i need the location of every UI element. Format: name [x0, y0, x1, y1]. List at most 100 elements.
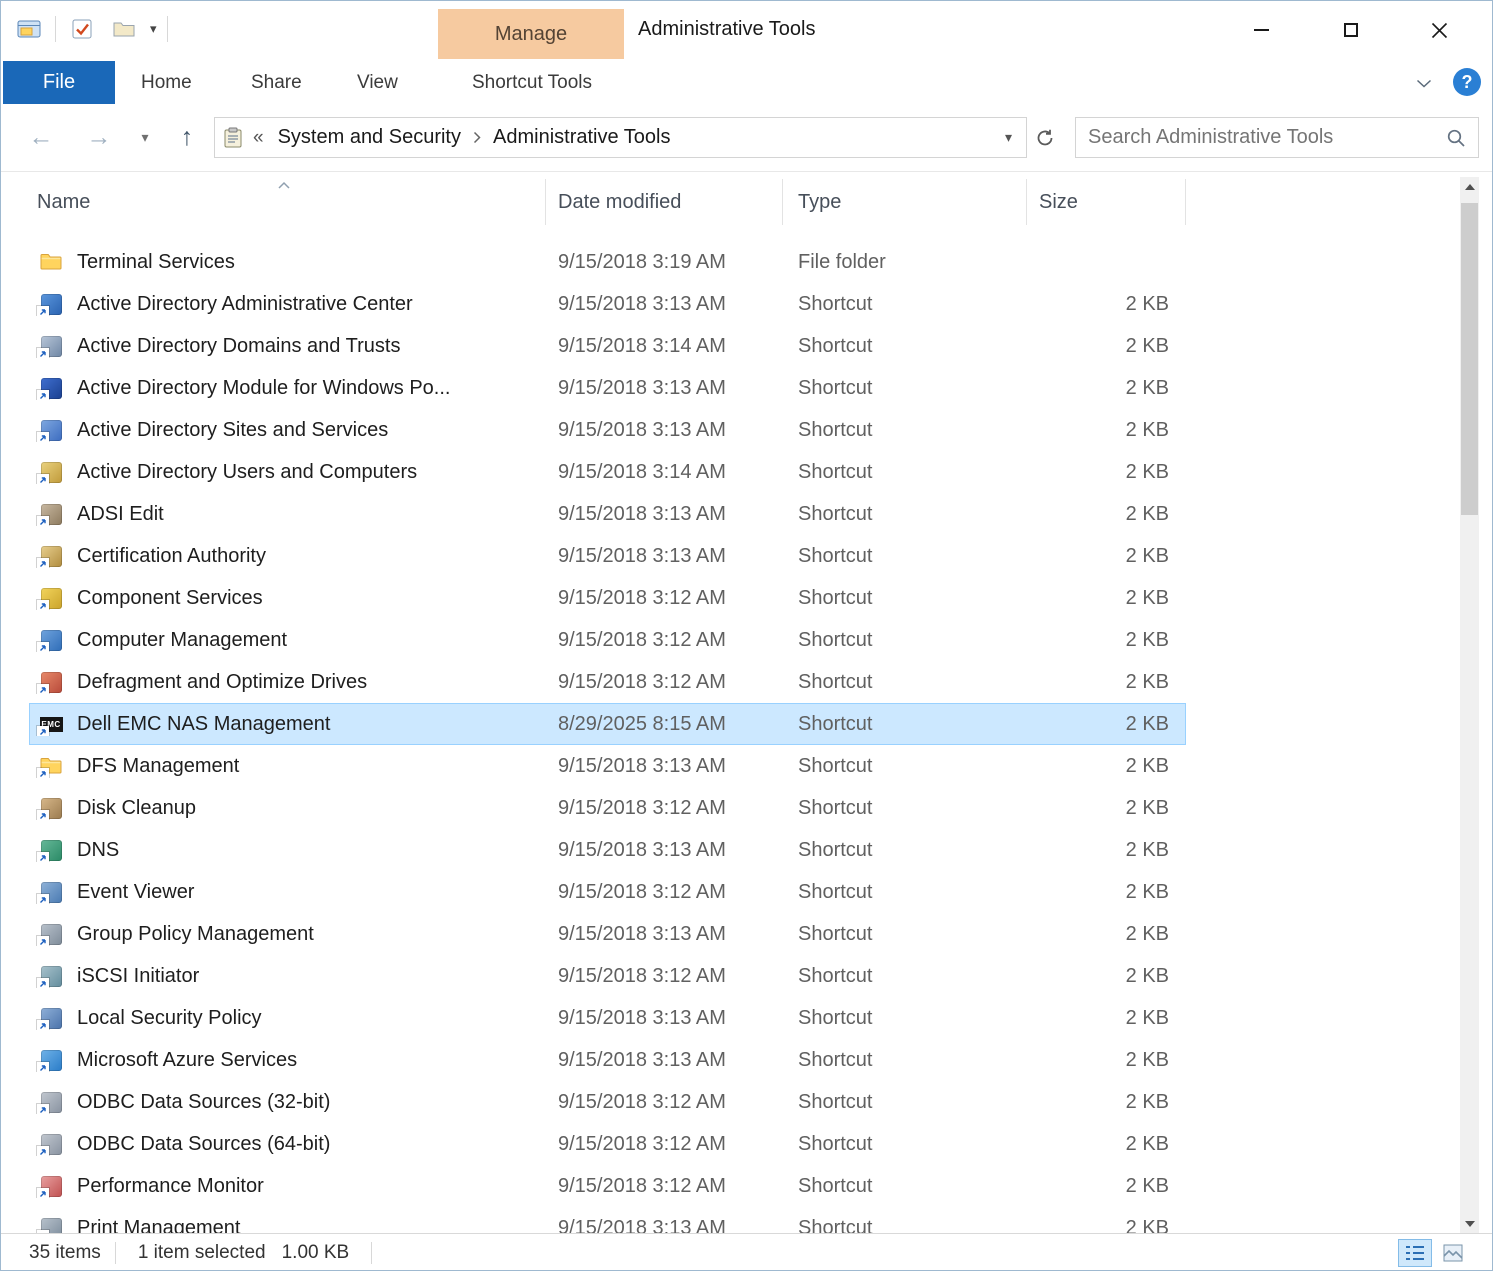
file-row[interactable]: Local Security Policy9/15/2018 3:13 AMSh… — [29, 997, 1186, 1039]
details-view-icon — [1405, 1244, 1425, 1262]
file-row[interactable]: DFS Management9/15/2018 3:13 AMShortcut2… — [29, 745, 1186, 787]
search-input[interactable] — [1076, 126, 1434, 149]
maximize-button[interactable] — [1306, 1, 1395, 59]
shortcut-arrow-icon — [37, 1104, 49, 1114]
shortcut-arrow-icon — [37, 936, 49, 946]
file-date-modified: 9/15/2018 3:12 AM — [546, 881, 783, 904]
scroll-up-icon[interactable] — [1460, 177, 1479, 196]
odbc64-icon — [39, 1132, 63, 1156]
manage-contextual-tab[interactable]: Manage — [438, 9, 624, 59]
address-dropdown-caret-icon[interactable]: ▾ — [1005, 129, 1026, 146]
file-row[interactable]: Computer Management9/15/2018 3:12 AMShor… — [29, 619, 1186, 661]
close-icon — [1431, 22, 1448, 39]
breadcrumb-chevron-icon[interactable] — [471, 131, 483, 144]
file-name: Defragment and Optimize Drives — [77, 671, 367, 694]
file-name: ADSI Edit — [77, 503, 164, 526]
file-row[interactable]: ADSI Edit9/15/2018 3:13 AMShortcut2 KB — [29, 493, 1186, 535]
minimize-button[interactable] — [1217, 1, 1306, 59]
file-row[interactable]: Active Directory Module for Windows Po..… — [29, 367, 1186, 409]
file-row[interactable]: Terminal Services9/15/2018 3:19 AMFile f… — [29, 241, 1186, 283]
file-name: Active Directory Sites and Services — [77, 419, 388, 442]
shortcut-arrow-icon — [37, 390, 49, 400]
location-icon — [223, 127, 243, 149]
column-header-name[interactable]: Name — [1, 179, 546, 225]
new-folder-icon[interactable] — [108, 13, 140, 45]
thumbnail-view-button[interactable] — [1436, 1239, 1470, 1267]
refresh-icon — [1035, 128, 1055, 148]
tab-shortcut-tools[interactable]: Shortcut Tools — [453, 61, 611, 104]
file-row[interactable]: Disk Cleanup9/15/2018 3:12 AMShortcut2 K… — [29, 787, 1186, 829]
file-size: 2 KB — [1027, 881, 1186, 904]
file-row[interactable]: ODBC Data Sources (64-bit)9/15/2018 3:12… — [29, 1123, 1186, 1165]
breadcrumb-administrative-tools[interactable]: Administrative Tools — [483, 126, 680, 149]
file-size: 2 KB — [1027, 1091, 1186, 1114]
tab-view[interactable]: View — [343, 61, 412, 104]
file-type: Shortcut — [783, 1007, 1027, 1030]
recent-locations-caret-icon[interactable]: ▾ — [127, 119, 163, 155]
up-button[interactable]: ↑ — [169, 119, 205, 155]
file-date-modified: 9/15/2018 3:13 AM — [546, 839, 783, 862]
refresh-button[interactable] — [1032, 125, 1058, 151]
titlebar: ▾ Manage Administrative Tools — [1, 1, 1492, 61]
file-row[interactable]: Microsoft Azure Services9/15/2018 3:13 A… — [29, 1039, 1186, 1081]
column-header-type[interactable]: Type — [783, 179, 1027, 225]
event-viewer-icon — [39, 880, 63, 904]
file-row[interactable]: Event Viewer9/15/2018 3:12 AMShortcut2 K… — [29, 871, 1186, 913]
column-header-date-modified[interactable]: Date modified — [546, 179, 783, 225]
tab-file[interactable]: File — [3, 61, 115, 104]
breadcrumb-overflow[interactable]: « — [249, 127, 268, 149]
help-button[interactable]: ? — [1453, 68, 1481, 96]
file-name: DFS Management — [77, 755, 239, 778]
close-button[interactable] — [1395, 1, 1484, 59]
file-type: Shortcut — [783, 587, 1027, 610]
shortcut-arrow-icon — [37, 642, 49, 652]
tab-home[interactable]: Home — [127, 61, 206, 104]
breadcrumb-system-and-security[interactable]: System and Security — [268, 126, 471, 149]
shortcut-arrow-icon — [37, 516, 49, 526]
ribbon-tab-row: File Home Share View Shortcut Tools ? — [1, 61, 1492, 106]
file-row[interactable]: Active Directory Users and Computers9/15… — [29, 451, 1186, 493]
vertical-scrollbar[interactable] — [1460, 177, 1479, 1233]
file-name: Certification Authority — [77, 545, 266, 568]
column-header-size[interactable]: Size — [1027, 179, 1186, 225]
shortcut-arrow-icon — [37, 726, 49, 736]
shortcut-arrow-icon — [37, 432, 49, 442]
back-button[interactable]: ← — [23, 119, 59, 155]
ad-admin-center-icon — [39, 292, 63, 316]
file-date-modified: 9/15/2018 3:13 AM — [546, 293, 783, 316]
scroll-down-icon[interactable] — [1460, 1214, 1479, 1233]
file-row[interactable]: Print Management9/15/2018 3:13 AMShortcu… — [29, 1207, 1186, 1233]
window-controls — [1217, 1, 1484, 59]
group-policy-icon — [39, 922, 63, 946]
customize-toolbar-caret-icon[interactable]: ▾ — [150, 21, 157, 37]
file-row[interactable]: Active Directory Domains and Trusts9/15/… — [29, 325, 1186, 367]
address-bar[interactable]: « System and Security Administrative Too… — [214, 117, 1027, 158]
file-name: Active Directory Domains and Trusts — [77, 335, 400, 358]
file-row[interactable]: Active Directory Administrative Center 9/… — [29, 283, 1186, 325]
file-name: Active Directory Administrative Center — [77, 293, 413, 316]
shortcut-arrow-icon — [37, 600, 49, 610]
file-row[interactable]: EMCDell EMC NAS Management8/29/2025 8:15… — [29, 703, 1186, 745]
file-date-modified: 9/15/2018 3:13 AM — [546, 545, 783, 568]
window-title: Administrative Tools — [638, 18, 815, 41]
file-row[interactable]: DNS9/15/2018 3:13 AMShortcut2 KB — [29, 829, 1186, 871]
ribbon-collapse-button[interactable] — [1409, 71, 1439, 95]
file-row[interactable]: Component Services9/15/2018 3:12 AMShort… — [29, 577, 1186, 619]
defrag-icon — [39, 670, 63, 694]
search-icon[interactable] — [1434, 128, 1478, 148]
scrollbar-thumb[interactable] — [1461, 203, 1478, 515]
file-row[interactable]: Defragment and Optimize Drives9/15/2018 … — [29, 661, 1186, 703]
file-row[interactable]: Group Policy Management9/15/2018 3:13 AM… — [29, 913, 1186, 955]
file-row[interactable]: Performance Monitor9/15/2018 3:12 AMShor… — [29, 1165, 1186, 1207]
file-row[interactable]: Certification Authority 9/15/2018 3:13 AM… — [29, 535, 1186, 577]
properties-icon[interactable] — [66, 13, 98, 45]
tab-share[interactable]: Share — [237, 61, 316, 104]
forward-button[interactable]: → — [81, 119, 117, 155]
explorer-icon[interactable] — [13, 13, 45, 45]
file-date-modified: 9/15/2018 3:14 AM — [546, 461, 783, 484]
file-size: 2 KB — [1027, 1217, 1186, 1234]
file-row[interactable]: iSCSI Initiator9/15/2018 3:12 AMShortcut… — [29, 955, 1186, 997]
file-row[interactable]: ODBC Data Sources (32-bit)9/15/2018 3:12… — [29, 1081, 1186, 1123]
file-row[interactable]: Active Directory Sites and Services9/15/… — [29, 409, 1186, 451]
details-view-button[interactable] — [1398, 1239, 1432, 1267]
